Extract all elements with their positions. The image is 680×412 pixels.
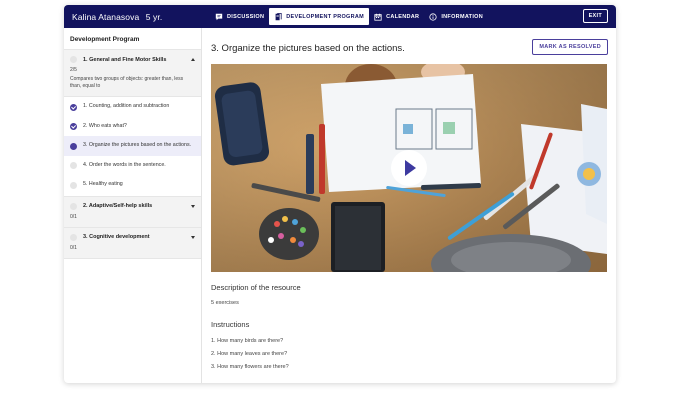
book-icon	[275, 12, 282, 20]
nav-calendar[interactable]: CALENDAR	[369, 8, 424, 25]
chevron-up-icon[interactable]	[191, 58, 195, 61]
lesson-label: 1. Counting, addition and subtraction	[83, 103, 170, 109]
section-progress: 0/1	[70, 213, 77, 220]
section-header[interactable]: 2. Adaptive/Self-help skills	[64, 197, 201, 212]
lesson-item[interactable]: 5. Healthy eating	[64, 175, 201, 196]
nav-information[interactable]: INFORMATION	[424, 8, 488, 25]
main-nav: DISCUSSION DEVELOPMENT PROGRAM CALENDAR …	[210, 8, 488, 25]
section-progress: 2/5	[70, 67, 77, 73]
lesson-item[interactable]: 4. Order the words in the sentence.	[64, 155, 201, 175]
lesson-item-selected[interactable]: 3. Organize the pictures based on the ac…	[64, 136, 201, 156]
nav-development-program-label: DEVELOPMENT PROGRAM	[286, 13, 365, 20]
section-name: 1. General and Fine Motor Skills	[83, 56, 167, 63]
section-name: 3. Cognitive development	[83, 234, 150, 240]
section-adaptive-self-help: 2. Adaptive/Self-help skills 0/1	[64, 195, 201, 228]
chat-icon	[215, 13, 223, 20]
exercise-count: 5 exercises	[211, 300, 239, 306]
nav-information-label: INFORMATION	[441, 13, 484, 20]
nav-development-program[interactable]: DEVELOPMENT PROGRAM	[269, 8, 370, 25]
nav-calendar-label: CALENDAR	[386, 13, 420, 20]
instruction-item: 1. How many birds are there?	[211, 338, 284, 344]
student-age: 5 yr.	[145, 11, 163, 22]
play-button[interactable]	[391, 150, 427, 186]
section-header[interactable]: 3. Cognitive development	[64, 228, 201, 243]
empty-circle-icon	[70, 162, 77, 169]
lesson-label: 3. Organize the pictures based on the ac…	[83, 142, 192, 148]
instruction-item: 2. How many leaves are there?	[211, 351, 288, 357]
lesson-label: 2. Who eats what?	[83, 122, 127, 129]
lesson-label: 5. Healthy eating	[83, 181, 123, 187]
main-content: 3. Organize the pictures based on the ac…	[203, 28, 616, 383]
calendar-icon	[374, 13, 382, 21]
page-title: 3. Organize the pictures based on the ac…	[211, 43, 405, 54]
section-description: Compares two groups of objects: greater …	[70, 76, 184, 89]
student-name: Kalina Atanasova	[72, 11, 140, 22]
top-bar: Kalina Atanasova 5 yr. DISCUSSION DEVELO…	[64, 5, 616, 28]
check-circle-icon	[70, 103, 77, 111]
lesson-item[interactable]: 1. Counting, addition and subtraction	[64, 97, 201, 117]
info-icon	[429, 12, 437, 21]
chevron-down-icon[interactable]	[191, 235, 195, 239]
instruction-item: 3. How many flowers are there?	[211, 364, 289, 370]
section-progress: 0/1	[70, 244, 77, 251]
empty-circle-icon	[70, 181, 77, 189]
section-status-icon	[70, 56, 77, 63]
app-window: Kalina Atanasova 5 yr. DISCUSSION DEVELO…	[64, 5, 616, 383]
check-circle-icon	[70, 123, 77, 130]
section-cognitive-development: 3. Cognitive development 0/1	[64, 227, 201, 259]
section-status-icon	[70, 202, 77, 210]
video-player[interactable]	[211, 64, 607, 272]
section-name: 2. Adaptive/Self-help skills	[83, 203, 153, 209]
chevron-down-icon[interactable]	[191, 204, 195, 208]
nav-discussion-label: DISCUSSION	[227, 13, 265, 20]
exit-button[interactable]: EXIT	[582, 9, 608, 23]
description-heading: Description of the resource	[211, 283, 301, 292]
current-dot-icon	[70, 142, 77, 150]
lesson-label: 4. Order the words in the sentence.	[83, 161, 166, 168]
section-status-icon	[70, 233, 77, 241]
lesson-item[interactable]: 2. Who eats what?	[64, 116, 201, 136]
sidebar: Development Program 1. General and Fine …	[64, 28, 202, 383]
student-info: Kalina Atanasova 5 yr.	[72, 12, 162, 22]
mark-as-resolved-button[interactable]: MARK AS RESOLVED	[532, 39, 608, 55]
section-general-fine-motor: 1. General and Fine Motor Skills 2/5 Com…	[64, 50, 201, 97]
sidebar-title: Development Program	[64, 28, 201, 50]
nav-discussion[interactable]: DISCUSSION	[210, 8, 269, 25]
section-header[interactable]: 1. General and Fine Motor Skills	[64, 50, 201, 65]
instructions-heading: Instructions	[211, 320, 250, 329]
